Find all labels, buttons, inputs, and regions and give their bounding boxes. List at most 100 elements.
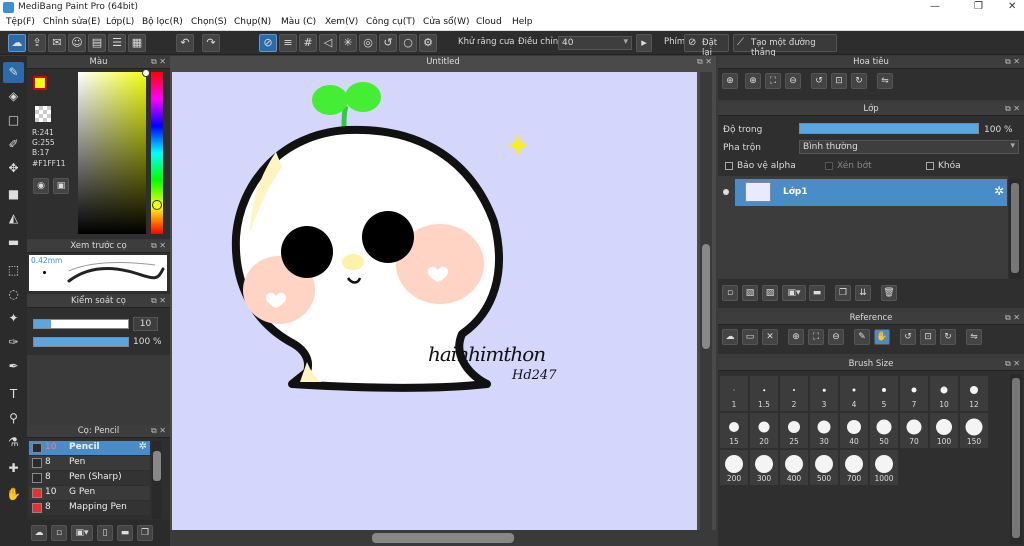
cloud-icon[interactable]: ☁ xyxy=(8,34,26,52)
main-color-swatch[interactable] xyxy=(33,76,47,90)
add-brush-icon[interactable]: ▣▾ xyxy=(71,525,93,541)
dropper-tool-icon[interactable]: ✚ xyxy=(3,458,24,479)
user-icon[interactable]: ☺ xyxy=(68,34,86,52)
grid-icon[interactable]: ▦ xyxy=(128,34,146,52)
move-tool-icon[interactable]: ✥ xyxy=(3,158,24,179)
ref-eyedropper-icon[interactable]: ✎ xyxy=(854,329,870,345)
duplicate-layer-icon[interactable]: ❐ xyxy=(835,285,851,301)
popout-icon[interactable]: ⧉ ✕ xyxy=(151,240,166,252)
gradient-tool-icon[interactable]: ▬ xyxy=(3,232,24,253)
duplicate-icon[interactable]: ❐ xyxy=(137,525,153,541)
bubble-tool-icon[interactable]: ⚲ xyxy=(3,408,24,429)
menu-select[interactable]: Chọn(S) xyxy=(191,17,227,27)
merge-layer-icon[interactable]: ⇊ xyxy=(855,285,871,301)
add-layer-menu-icon[interactable]: ▣▾ xyxy=(782,285,806,301)
brush-size-100[interactable]: 100 xyxy=(930,413,958,448)
lock-checkbox[interactable] xyxy=(926,162,934,170)
menu-cloud[interactable]: Cloud xyxy=(476,17,502,27)
brush-size-300[interactable]: 300 xyxy=(750,450,778,485)
hand-tool-icon[interactable]: ✋ xyxy=(3,484,24,505)
reset-view-icon[interactable]: ⊡ xyxy=(831,73,847,89)
layer-settings-gear-icon[interactable]: ✲ xyxy=(994,184,1004,198)
brush-size-20[interactable]: 20 xyxy=(750,413,778,448)
minimize-button[interactable]: — xyxy=(930,1,940,12)
brush-size-scrollbar[interactable] xyxy=(1010,374,1022,544)
popout-icon[interactable]: ⧉ ✕ xyxy=(1005,358,1020,370)
protect-alpha-checkbox[interactable] xyxy=(725,162,733,170)
fit-icon[interactable]: ⛶ xyxy=(765,73,781,89)
rotate-left-icon[interactable]: ↺ xyxy=(811,73,827,89)
brush-size-400[interactable]: 400 xyxy=(780,450,808,485)
brush-size-4[interactable]: 4 xyxy=(840,376,868,411)
popout-icon[interactable]: ⧉ ✕ xyxy=(1005,312,1020,324)
menu-edit[interactable]: Chỉnh sửa(E) xyxy=(43,17,100,27)
drawing-canvas[interactable]: hainhimthon Hd247 xyxy=(172,72,697,530)
zoom-in-small-icon[interactable]: ⊕ xyxy=(745,73,761,89)
brush-size-40[interactable]: 40 xyxy=(840,413,868,448)
new-halftone-layer-icon[interactable]: ▧ xyxy=(742,285,758,301)
canvas-tab[interactable]: Untitled ⧉ ✕ xyxy=(170,56,716,69)
ref-fit-icon[interactable]: ⛶ xyxy=(808,329,824,345)
menu-file[interactable]: Tệp(F) xyxy=(6,17,35,27)
layer-folder-icon[interactable]: ▬ xyxy=(809,285,825,301)
ellipse-snap-icon[interactable]: ○ xyxy=(399,34,417,52)
select-eraser-icon[interactable]: ✒ xyxy=(3,356,24,377)
no-snap-icon[interactable]: ⊘ xyxy=(259,34,277,52)
brush-item-pencil[interactable]: 10 Pencil ✲ xyxy=(29,441,150,455)
vanish-snap-icon[interactable]: ◁ xyxy=(319,34,337,52)
cloud-brush-icon[interactable]: ☁ xyxy=(31,525,47,541)
brush-size-10[interactable]: 10 xyxy=(930,376,958,411)
settings-gear-icon[interactable]: ⚙ xyxy=(419,34,437,52)
popout-icon[interactable]: ⧉ ✕ xyxy=(1005,56,1020,68)
eraser-tool-icon[interactable]: ◈ xyxy=(3,86,24,107)
flip-icon[interactable]: ⇋ xyxy=(877,73,893,89)
brush-list-scrollbar[interactable] xyxy=(152,441,162,519)
layer-scrollbar[interactable] xyxy=(1009,179,1021,279)
lasso-tool-icon[interactable]: ◌ xyxy=(3,284,24,305)
rotate-right-icon[interactable]: ↻ xyxy=(851,73,867,89)
ref-zoom-out-icon[interactable]: ⊖ xyxy=(828,329,844,345)
ref-rotate-left-icon[interactable]: ↺ xyxy=(900,329,916,345)
menu-color[interactable]: Màu (C) xyxy=(281,17,316,27)
delete-layer-icon[interactable]: 🗑 xyxy=(881,285,897,301)
document-icon[interactable]: ▤ xyxy=(88,34,106,52)
redo-icon[interactable]: ↷ xyxy=(202,34,220,52)
color-set-icon[interactable]: ▣ xyxy=(53,178,69,194)
menu-view[interactable]: Xem(V) xyxy=(325,17,358,27)
text-tool-icon[interactable]: T xyxy=(3,384,24,405)
menu-help[interactable]: Help xyxy=(512,17,533,27)
list-icon[interactable]: ☰ xyxy=(108,34,126,52)
new-8bit-layer-icon[interactable]: ▨ xyxy=(762,285,778,301)
brush-size-700[interactable]: 700 xyxy=(840,450,868,485)
grid-snap-icon[interactable]: # xyxy=(299,34,317,52)
brush-size-1[interactable]: 1 xyxy=(720,376,748,411)
brush-item-g-pen[interactable]: 10 G Pen xyxy=(29,486,150,500)
comment-icon[interactable]: ✉ xyxy=(48,34,66,52)
brush-size-200[interactable]: 200 xyxy=(720,450,748,485)
layer-opacity-slider[interactable] xyxy=(799,123,979,134)
blend-mode-select[interactable]: Bình thường ▾ xyxy=(799,140,1019,154)
brush-size-7[interactable]: 7 xyxy=(900,376,928,411)
menu-window[interactable]: Cửa sổ(W) xyxy=(423,17,469,27)
brush-size-12[interactable]: 12 xyxy=(960,376,988,411)
zoom-out-icon[interactable]: ⊖ xyxy=(785,73,801,89)
brush-size-3[interactable]: 3 xyxy=(810,376,838,411)
layer-row-1[interactable]: Lớp1 ✲ xyxy=(735,179,1007,206)
pen-tool-icon[interactable]: ✐ xyxy=(3,134,24,155)
ref-flip-icon[interactable]: ⇋ xyxy=(966,329,982,345)
zoom-in-icon[interactable]: ⊕ xyxy=(722,73,738,89)
ref-reset-icon[interactable]: ⊡ xyxy=(920,329,936,345)
brush-item-mapping-pen[interactable]: 8 Mapping Pen xyxy=(29,501,150,515)
undo-icon[interactable]: ↶ xyxy=(176,34,194,52)
close-ref-icon[interactable]: ✕ xyxy=(762,329,778,345)
upload-icon[interactable]: ⇪ xyxy=(28,34,46,52)
adjust-stepper[interactable]: ▸ xyxy=(636,34,652,52)
bucket-tool-icon[interactable]: ◭ xyxy=(3,208,24,229)
menu-layer[interactable]: Lớp(L) xyxy=(106,17,134,27)
folder-icon[interactable]: ▬ xyxy=(117,525,133,541)
popout-icon[interactable]: ⧉ ✕ xyxy=(151,425,166,437)
close-button[interactable]: ✕ xyxy=(1008,1,1016,12)
rect-tool-icon[interactable]: □ xyxy=(3,110,24,131)
brush-size-input[interactable]: 10 xyxy=(133,317,158,331)
vertical-scrollbar[interactable] xyxy=(700,72,712,530)
